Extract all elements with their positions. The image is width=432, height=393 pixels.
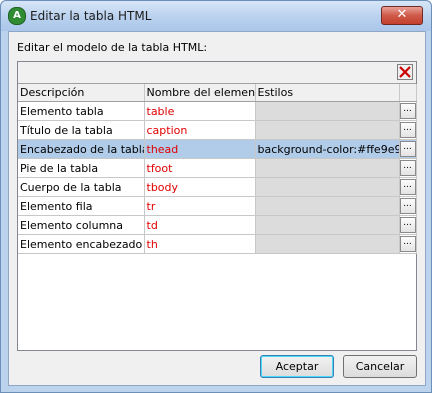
row-description: Título de la tabla <box>18 120 145 140</box>
row-element-name[interactable]: thead <box>144 139 256 159</box>
row-styles[interactable] <box>255 177 400 197</box>
row-description: Elemento encabezado <box>18 234 145 254</box>
column-header-estilos[interactable]: Estilos <box>255 84 400 102</box>
dialog-body: Editar el modelo de la tabla HTML: Descr… <box>8 31 426 386</box>
table-row[interactable]: Pie de la tabla tfoot ... <box>18 158 417 178</box>
row-styles[interactable] <box>255 101 400 121</box>
edit-styles-button[interactable]: ... <box>399 103 415 119</box>
grid-toolbar <box>18 62 416 84</box>
table-row[interactable]: Elemento tabla table ... <box>18 101 417 121</box>
row-styles[interactable] <box>255 215 400 235</box>
table-model-label: Editar el modelo de la tabla HTML: <box>17 41 208 54</box>
row-element-name[interactable]: tbody <box>144 177 256 197</box>
row-description: Pie de la tabla <box>18 158 145 178</box>
row-description: Elemento columna <box>18 215 145 235</box>
edit-styles-button[interactable]: ... <box>399 198 415 214</box>
row-description: Elemento tabla <box>18 101 145 121</box>
row-styles[interactable] <box>255 196 400 216</box>
table-model-grid: Descripción Nombre del elemento Estilos … <box>17 61 417 351</box>
row-element-name[interactable]: caption <box>144 120 256 140</box>
edit-styles-button[interactable]: ... <box>399 179 415 195</box>
table-row[interactable]: Elemento columna td ... <box>18 215 417 235</box>
dialog-window: A Editar la tabla HTML ✕ Editar el model… <box>0 0 432 393</box>
row-element-name[interactable]: th <box>144 234 256 254</box>
window-title: Editar la tabla HTML <box>30 9 152 23</box>
delete-row-button[interactable] <box>397 64 413 80</box>
row-styles[interactable] <box>255 158 400 178</box>
ok-button[interactable]: Aceptar <box>260 355 334 378</box>
edit-styles-button[interactable]: ... <box>399 122 415 138</box>
edit-styles-button[interactable]: ... <box>399 141 415 157</box>
column-header-descripcion[interactable]: Descripción <box>18 84 145 102</box>
table-row[interactable]: Cuerpo de la tabla tbody ... <box>18 177 417 197</box>
delete-icon <box>397 64 413 80</box>
edit-styles-button[interactable]: ... <box>399 236 415 252</box>
row-styles[interactable] <box>255 120 400 140</box>
row-styles[interactable]: background-color:#ffe9e9; <box>255 139 400 159</box>
column-header-empty <box>399 84 417 102</box>
row-description: Elemento fila <box>18 196 145 216</box>
cancel-button[interactable]: Cancelar <box>343 355 417 378</box>
row-element-name[interactable]: td <box>144 215 256 235</box>
row-element-name[interactable]: tfoot <box>144 158 256 178</box>
row-styles[interactable] <box>255 234 400 254</box>
edit-styles-button[interactable]: ... <box>399 217 415 233</box>
table-header-row: Descripción Nombre del elemento Estilos <box>18 84 417 102</box>
app-icon: A <box>8 7 26 25</box>
element-table: Descripción Nombre del elemento Estilos … <box>18 84 417 254</box>
column-header-nombre-elemento[interactable]: Nombre del elemento <box>144 84 256 102</box>
table-row-selected[interactable]: Encabezado de la tabla thead background-… <box>18 139 417 159</box>
row-element-name[interactable]: table <box>144 101 256 121</box>
row-description: Cuerpo de la tabla <box>18 177 145 197</box>
title-bar[interactable]: A Editar la tabla HTML ✕ <box>1 1 431 31</box>
row-description: Encabezado de la tabla <box>18 139 145 159</box>
close-button[interactable]: ✕ <box>381 6 423 25</box>
table-row[interactable]: Título de la tabla caption ... <box>18 120 417 140</box>
table-row[interactable]: Elemento encabezado th ... <box>18 234 417 254</box>
edit-styles-button[interactable]: ... <box>399 160 415 176</box>
row-element-name[interactable]: tr <box>144 196 256 216</box>
table-row[interactable]: Elemento fila tr ... <box>18 196 417 216</box>
